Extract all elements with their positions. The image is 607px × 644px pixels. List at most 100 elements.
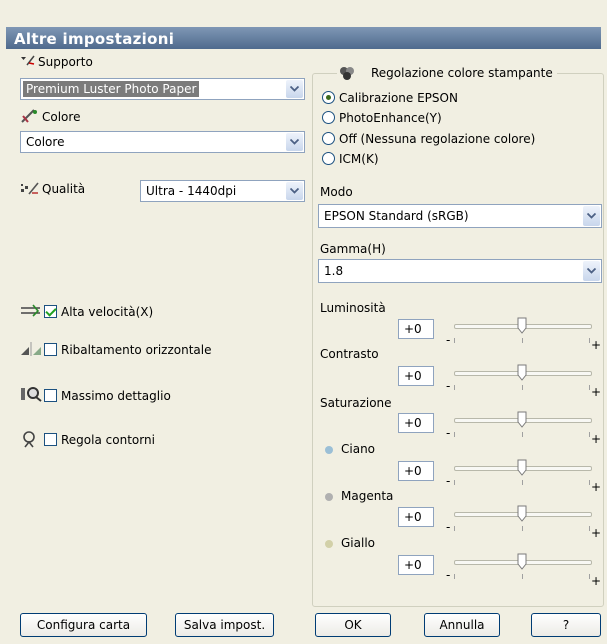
ciano-label: Ciano bbox=[341, 442, 376, 456]
luminosita-plus: + bbox=[591, 338, 602, 352]
qualita-label: Qualità bbox=[42, 182, 86, 196]
configura-carta-button[interactable]: Configura carta bbox=[20, 613, 147, 637]
slider-tick bbox=[589, 338, 590, 343]
slider-thumb[interactable] bbox=[517, 459, 527, 476]
contorni-checkbox[interactable] bbox=[44, 433, 57, 446]
giallo-value[interactable]: +0 bbox=[398, 555, 434, 575]
paper-feed-icon bbox=[21, 55, 35, 66]
saturazione-slider[interactable] bbox=[454, 411, 592, 440]
slider-thumb[interactable] bbox=[517, 411, 527, 428]
color-circles-icon bbox=[340, 67, 354, 80]
slider-tick bbox=[454, 432, 455, 437]
magenta-plus: + bbox=[591, 526, 602, 540]
supporto-select[interactable]: Premium Luster Photo Paper bbox=[20, 78, 305, 100]
massimo-label: Massimo dettaglio bbox=[61, 389, 171, 403]
giallo-slider[interactable] bbox=[454, 553, 592, 582]
slider-tick bbox=[521, 526, 523, 531]
window-title: Altre impostazioni bbox=[14, 30, 175, 48]
salva-impostazioni-button[interactable]: Salva impost. bbox=[175, 613, 274, 637]
saturazione-label: Saturazione bbox=[320, 396, 392, 410]
radio-calibrazione[interactable] bbox=[322, 91, 335, 104]
luminosita-value[interactable]: +0 bbox=[398, 319, 434, 339]
saturazione-value[interactable]: +0 bbox=[398, 413, 434, 433]
modo-value: EPSON Standard (sRGB) bbox=[324, 209, 469, 223]
giallo-label: Giallo bbox=[341, 536, 375, 550]
slider-thumb[interactable] bbox=[517, 317, 527, 334]
slider-tick bbox=[589, 574, 590, 579]
alta-velocita-label: Alta velocità(X) bbox=[61, 305, 154, 319]
qualita-select[interactable]: Ultra - 1440dpi bbox=[140, 180, 305, 202]
giallo-dot bbox=[325, 540, 333, 548]
ciano-value[interactable]: +0 bbox=[398, 461, 434, 481]
slider-tick bbox=[589, 480, 590, 485]
contorni-label: Regola contorni bbox=[61, 433, 155, 447]
color-group-title: Regolazione colore stampante bbox=[371, 66, 553, 80]
massimo-checkbox[interactable] bbox=[44, 389, 57, 402]
saturazione-plus: + bbox=[591, 432, 602, 446]
slider-tick bbox=[521, 385, 523, 390]
slider-tick bbox=[454, 480, 455, 485]
slider-tick bbox=[521, 480, 523, 485]
edge-smoothing-icon bbox=[23, 431, 35, 448]
ciano-minus: - bbox=[446, 474, 451, 488]
contrasto-plus: + bbox=[591, 385, 602, 399]
chevron-down-icon[interactable] bbox=[583, 206, 600, 226]
radio-photoenhance[interactable] bbox=[322, 111, 335, 124]
luminosita-slider[interactable] bbox=[454, 317, 592, 346]
giallo-plus: + bbox=[591, 574, 602, 588]
magenta-slider[interactable] bbox=[454, 505, 592, 534]
qualita-value: Ultra - 1440dpi bbox=[146, 184, 237, 198]
title-bar: Altre impostazioni bbox=[0, 0, 607, 51]
ribaltamento-label: Ribaltamento orizzontale bbox=[61, 343, 212, 357]
magenta-value[interactable]: +0 bbox=[398, 507, 434, 527]
slider-tick bbox=[521, 432, 523, 437]
color-brush-icon bbox=[21, 109, 37, 123]
quality-dots-icon bbox=[21, 182, 39, 195]
radio-off[interactable] bbox=[322, 132, 335, 145]
giallo-minus: - bbox=[446, 568, 451, 582]
chevron-down-icon[interactable] bbox=[286, 182, 303, 200]
slider-tick bbox=[521, 338, 523, 343]
help-button[interactable]: ? bbox=[531, 613, 601, 637]
slider-thumb[interactable] bbox=[517, 505, 527, 522]
slider-tick bbox=[589, 526, 590, 531]
color-group-header: Regolazione colore stampante bbox=[337, 63, 557, 83]
chevron-down-icon[interactable] bbox=[286, 133, 303, 151]
magenta-minus: - bbox=[446, 520, 451, 534]
high-speed-icon bbox=[21, 304, 40, 317]
colore-select[interactable]: Colore bbox=[20, 131, 305, 153]
radio-icm[interactable] bbox=[322, 152, 335, 165]
ciano-dot bbox=[325, 446, 333, 454]
slider-thumb[interactable] bbox=[517, 553, 527, 570]
contrasto-label: Contrasto bbox=[320, 347, 379, 361]
ciano-plus: + bbox=[591, 480, 602, 494]
radio-photoenhance-label: PhotoEnhance(Y) bbox=[339, 111, 442, 125]
ok-button[interactable]: OK bbox=[315, 613, 391, 637]
gamma-select[interactable]: 1.8 bbox=[318, 259, 602, 283]
ciano-slider[interactable] bbox=[454, 459, 592, 488]
detail-magnifier-icon bbox=[21, 387, 42, 402]
modo-select[interactable]: EPSON Standard (sRGB) bbox=[318, 204, 602, 228]
slider-thumb[interactable] bbox=[517, 364, 527, 381]
contrasto-slider[interactable] bbox=[454, 364, 592, 393]
alta-velocita-checkbox[interactable] bbox=[44, 305, 57, 318]
slider-tick bbox=[454, 338, 455, 343]
magenta-label: Magenta bbox=[341, 489, 394, 503]
slider-tick bbox=[454, 385, 455, 390]
radio-off-label: Off (Nessuna regolazione colore) bbox=[339, 132, 536, 146]
radio-calibrazione-label: Calibrazione EPSON bbox=[339, 91, 458, 105]
magenta-dot bbox=[325, 493, 333, 501]
supporto-label: Supporto bbox=[38, 55, 93, 69]
ribaltamento-checkbox[interactable] bbox=[44, 343, 57, 356]
chevron-down-icon[interactable] bbox=[583, 261, 600, 281]
saturazione-minus: - bbox=[446, 426, 451, 440]
chevron-down-icon[interactable] bbox=[286, 80, 303, 98]
slider-tick bbox=[454, 574, 455, 579]
contrasto-value[interactable]: +0 bbox=[398, 366, 434, 386]
supporto-value: Premium Luster Photo Paper bbox=[23, 81, 200, 97]
gamma-label: Gamma(H) bbox=[320, 242, 386, 256]
slider-tick bbox=[589, 385, 590, 390]
colore-value: Colore bbox=[26, 135, 65, 149]
modo-label: Modo bbox=[320, 185, 353, 199]
annulla-button[interactable]: Annulla bbox=[424, 613, 500, 637]
